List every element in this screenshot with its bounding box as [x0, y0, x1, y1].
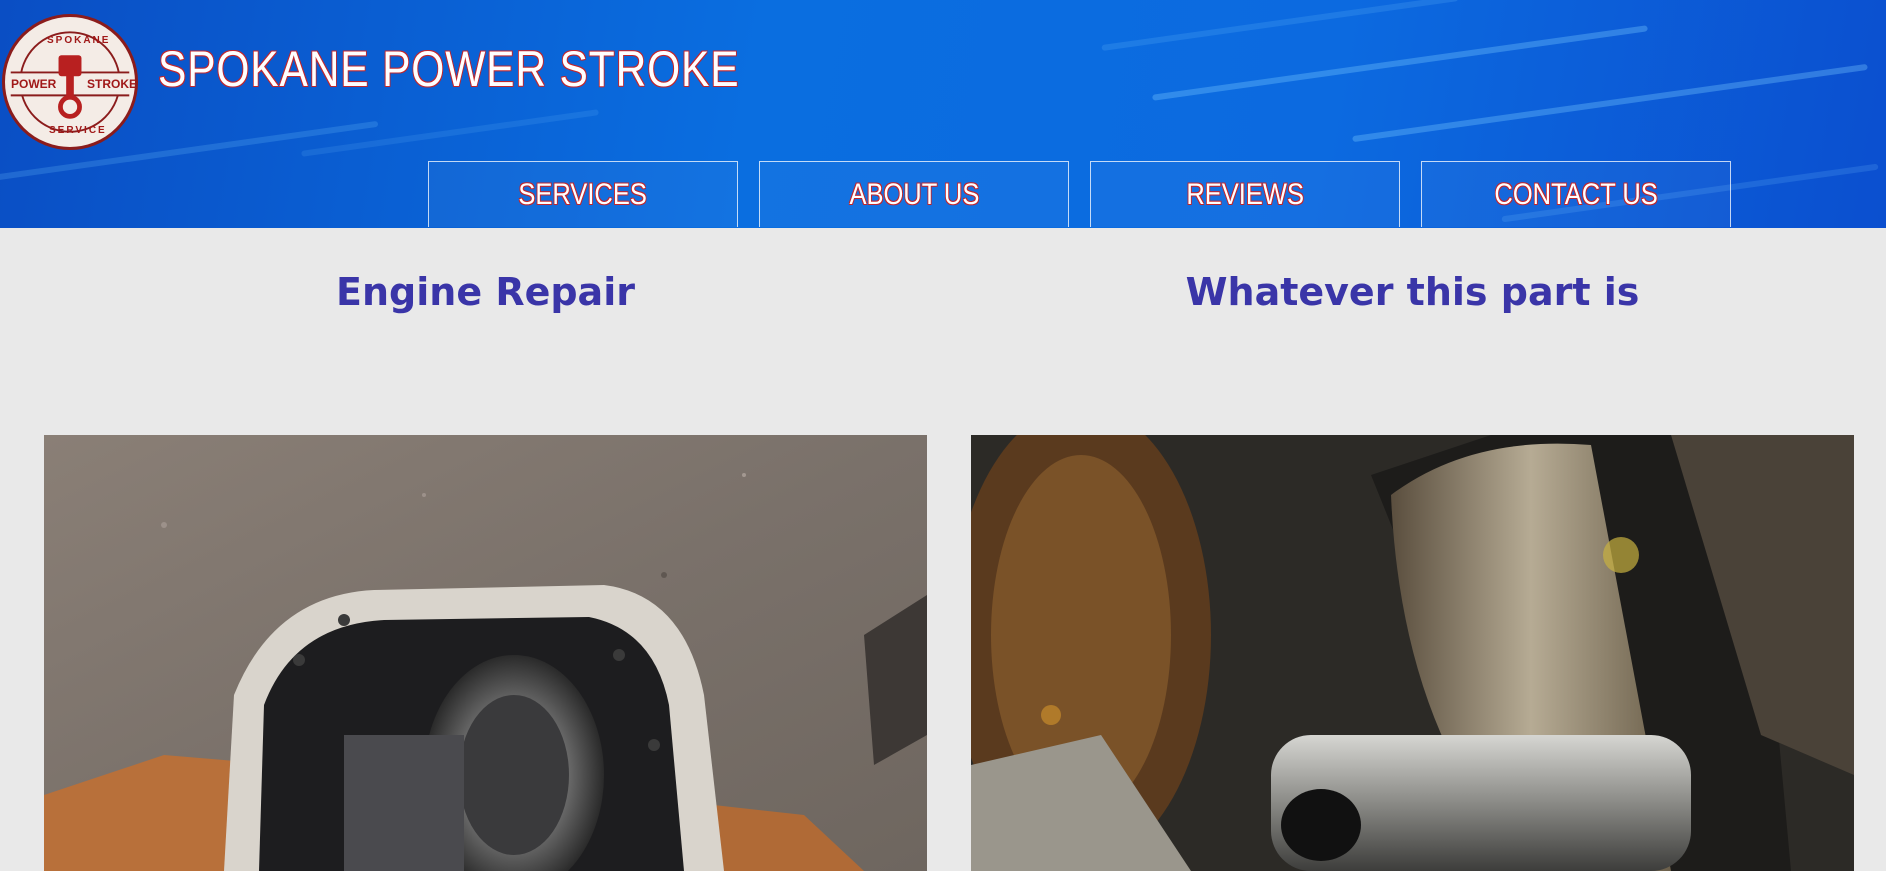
logo-left-text: POWER: [11, 77, 57, 91]
nav-item-label: REVIEWS: [1186, 177, 1304, 211]
site-logo[interactable]: SPOKANE SERVICE POWER STROKE: [2, 14, 138, 150]
logo-right-text: STROKE: [87, 77, 138, 91]
nav-item-contact-us[interactable]: CONTACT US: [1421, 161, 1731, 227]
nav-item-label: SERVICES: [518, 177, 648, 211]
header-streak: [301, 109, 599, 157]
crankshaft-photo: [971, 435, 1854, 871]
engine-repair-heading: Engine Repair: [336, 270, 635, 314]
header-streak: [1101, 0, 1459, 52]
header-streak: [1352, 63, 1868, 143]
nav-item-label: CONTACT US: [1494, 177, 1658, 211]
part-heading: Whatever this part is: [1185, 270, 1640, 314]
nav-item-services[interactable]: SERVICES: [428, 161, 738, 227]
main-nav: SERVICES ABOUT US REVIEWS CONTACT US: [428, 161, 1731, 227]
site-header: SPOKANE SERVICE POWER STROKE SPOKANE POW…: [0, 0, 1886, 228]
nav-item-about-us[interactable]: ABOUT US: [759, 161, 1069, 227]
header-streak: [1152, 25, 1648, 101]
site-title[interactable]: SPOKANE POWER STROKE: [158, 40, 739, 98]
logo-bottom-text: SERVICE: [49, 125, 107, 136]
logo-top-text: SPOKANE: [47, 35, 111, 46]
nav-item-label: ABOUT US: [849, 177, 979, 211]
nav-item-reviews[interactable]: REVIEWS: [1090, 161, 1400, 227]
differential-photo: [44, 435, 927, 871]
